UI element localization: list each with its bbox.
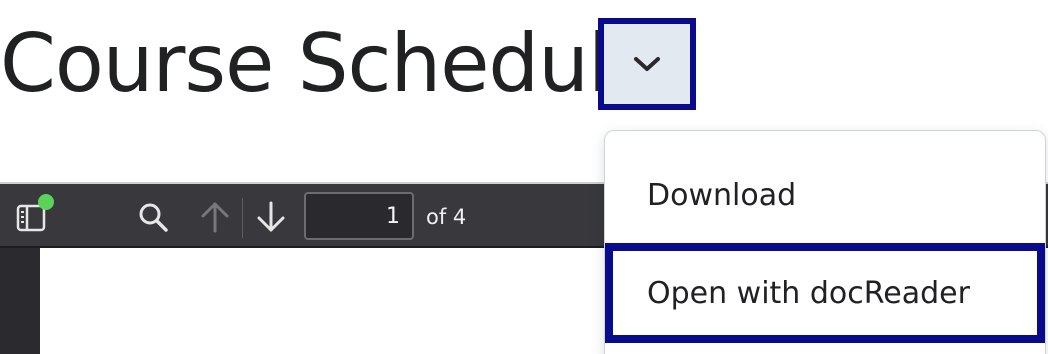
title-menu-toggle-button[interactable] — [598, 18, 696, 110]
page-number-input[interactable] — [304, 192, 414, 240]
notification-dot — [38, 194, 54, 210]
search-button[interactable] — [134, 198, 172, 236]
arrow-up-icon — [201, 202, 229, 233]
previous-page-button[interactable] — [196, 198, 234, 236]
page-count-label: of 4 — [426, 205, 467, 229]
menu-item-open-with-docreader[interactable]: Open with docReader — [605, 243, 1045, 343]
menu-item-download[interactable]: Download — [605, 145, 1045, 245]
page-title: Course Schedule — [0, 17, 658, 110]
page: Course Schedule 1 of 4 Download Open wit… — [0, 0, 1048, 354]
chevron-down-icon — [634, 57, 660, 71]
pdf-sidebar — [0, 248, 40, 354]
search-icon — [139, 203, 168, 232]
next-page-button[interactable] — [252, 198, 290, 236]
toolbar-divider — [242, 198, 243, 238]
arrow-down-icon — [257, 201, 285, 232]
actions-dropdown-menu: Download Open with docReader — [604, 130, 1046, 354]
